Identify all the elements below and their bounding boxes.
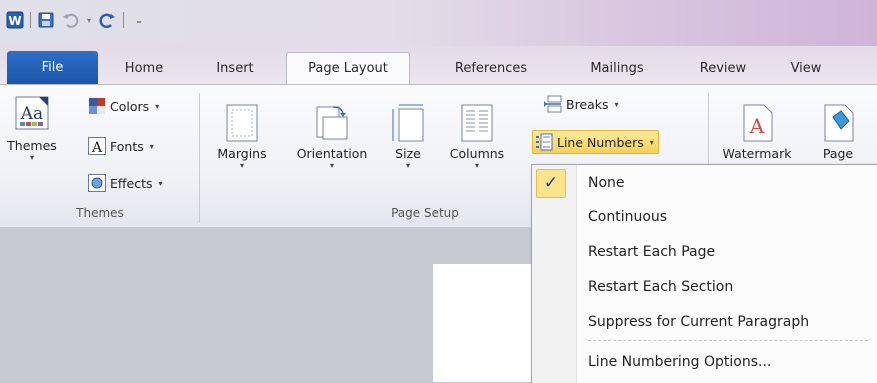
- menu-item-suppress-for-current-paragraph[interactable]: Suppress for Current Paragraph: [588, 314, 809, 330]
- save-icon[interactable]: [37, 11, 55, 29]
- columns-label: Columns: [449, 146, 505, 161]
- menu-item-label: None: [588, 175, 625, 191]
- tab-home[interactable]: Home: [113, 56, 175, 82]
- word-logo-icon[interactable]: W: [6, 11, 24, 29]
- qat-separator: [30, 12, 31, 28]
- tab-references[interactable]: References: [441, 56, 541, 82]
- breaks-button[interactable]: Breaks ▾: [544, 93, 619, 115]
- chevron-down-icon: ▾: [614, 99, 619, 109]
- size-button[interactable]: Size ▾: [386, 103, 430, 171]
- tab-insert[interactable]: Insert: [205, 56, 265, 82]
- group-label-themes: Themes: [76, 206, 124, 220]
- watermark-button[interactable]: A Watermark: [712, 103, 802, 161]
- colors-label: Colors: [110, 98, 150, 114]
- orientation-button[interactable]: Orientation ▾: [284, 103, 380, 171]
- margins-label: Margins: [217, 146, 267, 161]
- title-bar: W ▾ ₌: [0, 0, 877, 46]
- chevron-down-icon: ▾: [239, 161, 244, 170]
- fonts-icon: A: [88, 137, 106, 155]
- watermark-label: Watermark: [722, 146, 792, 161]
- chevron-down-icon: ▾: [649, 137, 654, 147]
- chevron-down-icon: ▾: [149, 141, 154, 151]
- tab-file[interactable]: File: [7, 51, 98, 84]
- menu-item-label: Line Numbering Options...: [588, 354, 772, 370]
- themes-button[interactable]: Aa Themes ▾: [6, 95, 58, 163]
- themes-label: Themes: [7, 138, 57, 153]
- orientation-icon: [313, 103, 351, 143]
- colors-icon: [88, 97, 106, 115]
- tab-page-layout[interactable]: Page Layout: [286, 52, 410, 85]
- svg-text:Aa: Aa: [20, 104, 43, 124]
- size-icon: [389, 103, 427, 143]
- quick-access-toolbar: W ▾ ₌: [6, 11, 148, 29]
- checkmark-icon: ✓: [536, 169, 566, 198]
- undo-icon[interactable]: [61, 11, 79, 29]
- ribbon-tabs: File Home Insert Page Layout References …: [0, 46, 877, 85]
- themes-icon: Aa: [13, 95, 51, 135]
- qat-separator: [123, 12, 124, 28]
- menu-item-label: Restart Each Section: [588, 279, 734, 295]
- effects-label: Effects: [110, 175, 153, 191]
- menu-item-restart-each-section[interactable]: Restart Each Section: [588, 279, 733, 295]
- chevron-down-icon: ▾: [329, 161, 334, 170]
- group-divider: [199, 93, 200, 223]
- menu-item-none[interactable]: None: [588, 175, 625, 191]
- chevron-down-icon: ▾: [158, 178, 163, 188]
- menu-item-label: Suppress for Current Paragraph: [588, 314, 810, 330]
- effects-icon: [88, 174, 106, 192]
- watermark-icon: A: [738, 103, 776, 143]
- menu-item-restart-each-page[interactable]: Restart Each Page: [588, 244, 715, 260]
- tab-mailings[interactable]: Mailings: [577, 56, 657, 82]
- colors-button[interactable]: Colors ▾: [88, 95, 159, 117]
- fonts-label: Fonts: [110, 138, 144, 154]
- svg-text:A: A: [749, 114, 765, 138]
- menu-item-continuous[interactable]: Continuous: [588, 209, 667, 225]
- columns-icon: [458, 103, 496, 143]
- page-color-icon: [819, 103, 857, 143]
- chevron-down-icon: ▾: [474, 161, 479, 170]
- orientation-label: Orientation: [296, 146, 368, 161]
- customize-qat-icon[interactable]: ₌: [130, 11, 148, 29]
- margins-icon: [223, 103, 261, 143]
- page-color-button[interactable]: Page: [808, 103, 868, 161]
- size-label: Size: [395, 146, 421, 161]
- chevron-down-icon: ▾: [155, 101, 160, 111]
- menu-item-label: Restart Each Page: [588, 244, 716, 260]
- chevron-down-icon: ▾: [405, 161, 410, 170]
- effects-button[interactable]: Effects ▾: [88, 172, 163, 194]
- tab-review[interactable]: Review: [693, 56, 753, 82]
- menu-item-line-numbering-options[interactable]: Line Numbering Options...: [588, 354, 771, 370]
- line-numbers-label: Line Numbers: [557, 134, 644, 150]
- tab-view[interactable]: View: [781, 56, 831, 82]
- margins-button[interactable]: Margins ▾: [208, 103, 276, 171]
- svg-text:W: W: [8, 14, 21, 28]
- chevron-down-icon: ▾: [29, 153, 34, 162]
- menu-item-label: Continuous: [588, 209, 668, 225]
- columns-button[interactable]: Columns ▾: [438, 103, 516, 171]
- line-numbers-button[interactable]: Line Numbers ▾: [532, 130, 659, 154]
- fonts-button[interactable]: A Fonts ▾: [88, 135, 154, 157]
- line-numbers-menu: ✓ None Continuous Restart Each Page Rest…: [531, 164, 877, 383]
- breaks-icon: [544, 95, 562, 113]
- svg-text:A: A: [91, 140, 103, 155]
- line-numbers-icon: [535, 133, 553, 151]
- menu-divider: [588, 340, 868, 341]
- page-color-label: Page: [822, 146, 854, 161]
- undo-dropdown-icon[interactable]: ▾: [85, 11, 93, 29]
- redo-icon[interactable]: [99, 11, 117, 29]
- breaks-label: Breaks: [566, 96, 609, 112]
- group-label-page-setup: Page Setup: [391, 206, 459, 220]
